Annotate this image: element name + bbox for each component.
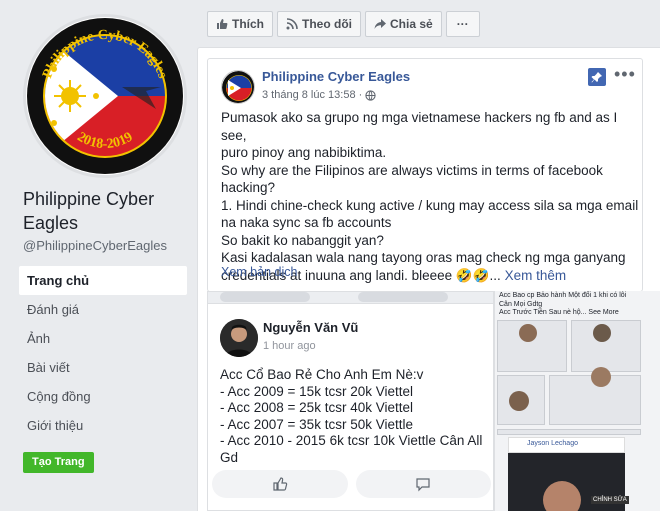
- shared-screenshot-thumbnail[interactable]: Acc Bao cp Bảo hành Một đổi 1 khi có lỗi…: [494, 291, 660, 511]
- shared-line: - Acc 2009 = 15k tcsr 20k Viettel: [220, 383, 413, 399]
- thumb-line: Cân Mọi Gdtg: [499, 300, 543, 308]
- shared-post-actions: [212, 470, 491, 500]
- post-body: Pumasok ako sa grupo ng mga vietnamese h…: [221, 109, 639, 284]
- page-logo-small: [222, 71, 254, 103]
- like-page-button[interactable]: Thích: [207, 11, 273, 37]
- nav-item-photos[interactable]: Ảnh: [19, 324, 187, 353]
- post-line: So bakit ko nabanggit yan?: [221, 232, 384, 248]
- nav-item-community[interactable]: Cộng đồng: [19, 382, 187, 411]
- shared-author-name[interactable]: Nguyễn Văn Vũ: [263, 320, 358, 335]
- share-label: Chia sẻ: [390, 17, 433, 31]
- page-action-bar: Thích Theo dõi Chia sẻ ···: [207, 11, 480, 37]
- thumb-line: Acc Bao cp Bảo hành Một đổi 1 khi có lỗi: [499, 292, 627, 299]
- post-line: na naka sync sa fb accounts: [221, 215, 392, 230]
- follow-page-button[interactable]: Theo dõi: [277, 11, 361, 37]
- thumb-line: Acc Trước Tiền Sau nè hộ... See More: [499, 309, 619, 316]
- thumbs-up-icon: [217, 19, 228, 29]
- person-photo: [220, 319, 258, 357]
- shared-line: - Acc 2007 = 35k tcsr 50k Viettle: [220, 416, 413, 432]
- page-nav: Trang chủ Đánh giá Ảnh Bài viết Cộng đồn…: [19, 266, 187, 440]
- like-label: Thích: [232, 17, 264, 31]
- like-reaction-button[interactable]: [212, 470, 348, 498]
- rss-follow-icon: [286, 18, 298, 30]
- comment-button[interactable]: [355, 470, 491, 498]
- see-more-link[interactable]: Xem thêm: [505, 268, 567, 283]
- shared-post-preview: Nguyễn Văn Vũ 1 hour ago Acc Cổ Bao Rẻ C…: [207, 291, 494, 511]
- thumbs-up-icon: [273, 477, 287, 491]
- post-line: Kasi kadalasan wala nang tayong oras mag…: [221, 250, 626, 265]
- shared-author-avatar[interactable]: [220, 319, 258, 357]
- thumbnail-avatar: [593, 324, 611, 342]
- more-options-button[interactable]: ···: [445, 11, 480, 37]
- shared-post-time[interactable]: 1 hour ago: [263, 340, 316, 352]
- page-profile-picture[interactable]: Philippine Cyber Eagles 2018-2019: [23, 14, 187, 178]
- post-timestamp[interactable]: 3 tháng 8 lúc 13:58: [262, 89, 356, 101]
- post-line: Pumasok ako sa grupo ng mga vietnamese h…: [221, 110, 618, 143]
- shared-post-top-bar: [208, 292, 493, 304]
- globe-icon[interactable]: [365, 89, 376, 101]
- video-author: Jayson Lechago: [527, 440, 578, 447]
- post-line: puro pinoy ang nabibiktima.: [221, 145, 387, 160]
- nav-item-posts[interactable]: Bài viết: [19, 353, 187, 382]
- comment-bubble-icon: [416, 478, 430, 492]
- nav-item-home[interactable]: Trang chủ: [19, 266, 187, 295]
- shared-line: - Acc 2010 - 2015 6k tcsr 10k Viettle Câ…: [220, 433, 483, 448]
- thumbnail-avatar: [519, 324, 537, 342]
- meta-separator: ·: [358, 89, 363, 101]
- left-column: Philippine Cyber Eagles 2018-2019 Philip…: [0, 0, 200, 511]
- pinned-post: Philippine Cyber Eagles 3 tháng 8 lúc 13…: [207, 58, 643, 292]
- create-page-button[interactable]: Tạo Trang: [23, 452, 94, 473]
- video-person: [543, 481, 581, 511]
- post-author-name[interactable]: Philippine Cyber Eagles: [262, 69, 410, 84]
- more-label: ···: [456, 17, 469, 31]
- post-line: 1. Hindi chine-check kung active / kung …: [221, 197, 639, 213]
- share-arrow-icon: [374, 19, 386, 29]
- page-handle[interactable]: @PhilippineCyberEagles: [23, 238, 167, 253]
- post-line: So why are the Filipinos are always vict…: [221, 162, 603, 178]
- thumbnail-tile: [497, 429, 641, 435]
- shared-post-body: Acc Cổ Bao Rẻ Cho Anh Em Nè:v - Acc 2009…: [220, 367, 490, 466]
- see-translation-link[interactable]: Xem bản dịch: [221, 265, 297, 279]
- pin-icon[interactable]: [588, 68, 606, 86]
- post-meta: 3 tháng 8 lúc 13:58 ·: [262, 89, 376, 101]
- nav-item-about[interactable]: Giới thiệu: [19, 411, 187, 440]
- shared-line: - Acc 2008 = 25k tcsr 40k Viettel: [220, 400, 413, 415]
- page-name[interactable]: Philippine Cyber Eagles: [23, 187, 193, 235]
- nav-item-reviews[interactable]: Đánh giá: [19, 295, 187, 324]
- thumbnail-avatar: [591, 367, 611, 387]
- post-author-avatar[interactable]: [221, 70, 255, 104]
- post-line: hacking?: [221, 180, 276, 195]
- edit-badge: CHỈNH SỬA: [591, 496, 629, 504]
- shared-line: Acc Cổ Bao Rẻ Cho Anh Em Nè:v: [220, 367, 424, 382]
- page-logo: Philippine Cyber Eagles 2018-2019: [27, 18, 183, 174]
- shared-line: Gd: [220, 449, 239, 465]
- thumbnail-avatar: [509, 391, 529, 411]
- follow-label: Theo dõi: [302, 17, 352, 31]
- post-options-icon[interactable]: •••: [614, 64, 636, 85]
- video-thumbnail-header: Jayson Lechago: [508, 437, 625, 453]
- thumbnail-caption: Acc Bao cp Bảo hành Một đổi 1 khi có lỗi…: [499, 292, 639, 318]
- share-page-button[interactable]: Chia sẻ: [365, 11, 442, 37]
